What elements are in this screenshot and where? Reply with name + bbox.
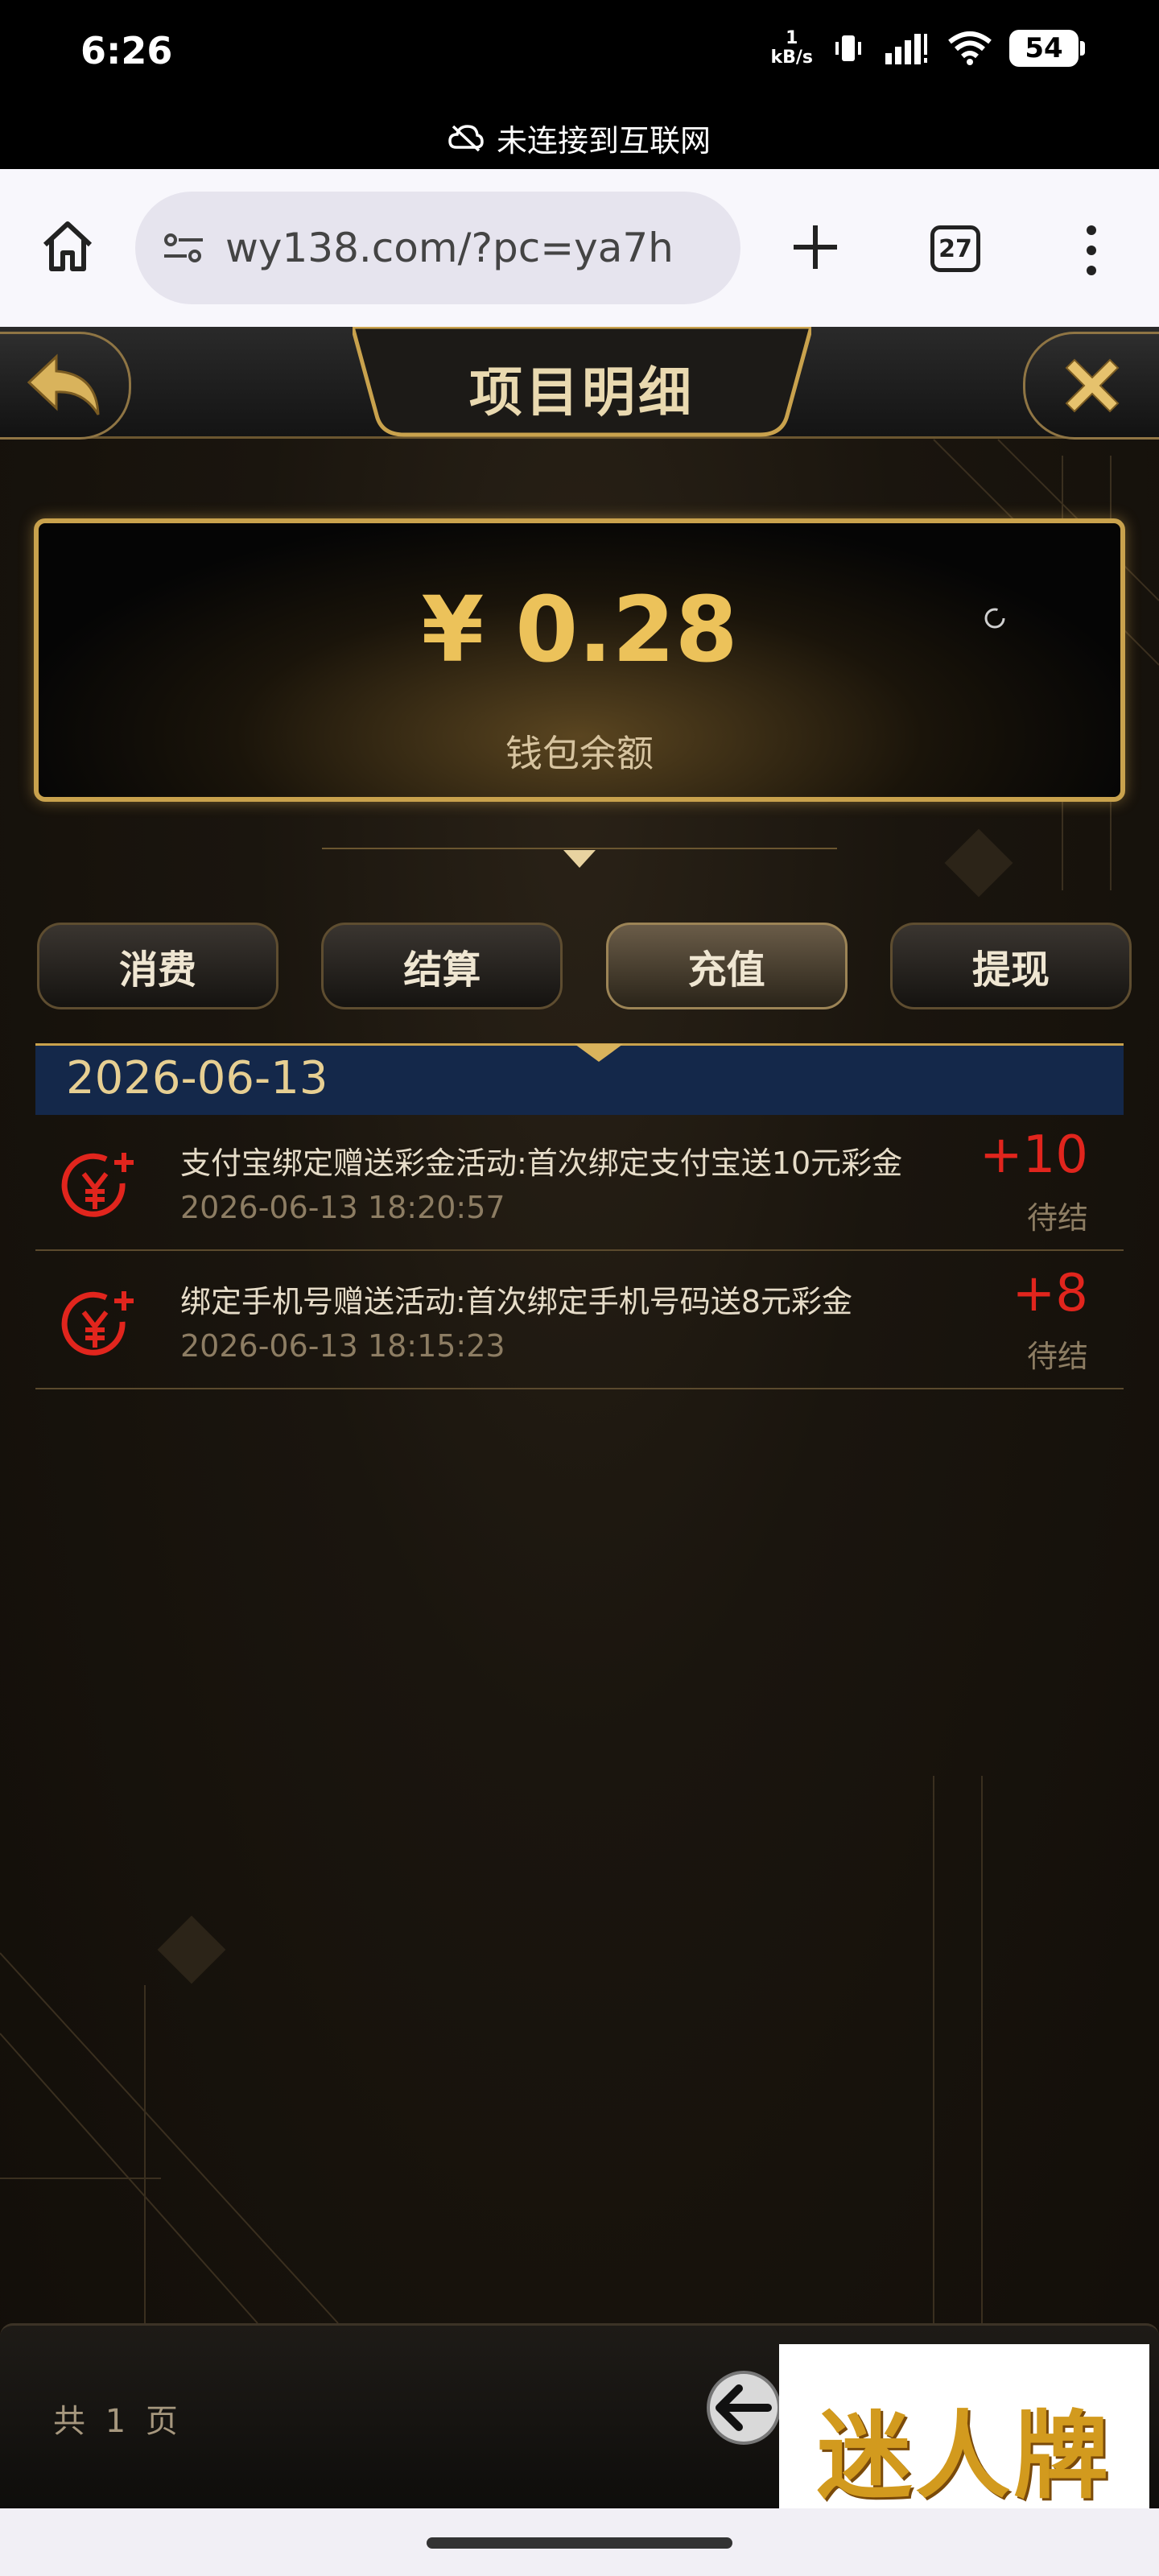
system-nav-bar <box>0 2508 1159 2576</box>
offline-banner: 未连接到互联网 <box>0 106 1159 169</box>
page-header: 项目明细 <box>0 327 1159 440</box>
gesture-handle[interactable] <box>427 2537 732 2549</box>
status-bar: 6:26 1 kB/s 54 <box>0 0 1159 106</box>
back-arrow-icon <box>27 353 100 415</box>
wallet-balance-card: ¥ 0.28 钱包余额 <box>34 518 1125 802</box>
record-row[interactable]: 绑定手机号赠送活动:首次绑定手机号码送8元彩金 2026-06-13 18:15… <box>35 1251 1124 1389</box>
yuan-plus-icon <box>61 1291 134 1356</box>
more-menu-icon[interactable] <box>1075 222 1107 279</box>
record-row[interactable]: 支付宝绑定赠送彩金活动:首次绑定支付宝送10元彩金 2026-06-13 18:… <box>35 1113 1124 1251</box>
page-title: 项目明细 <box>469 361 695 423</box>
home-icon[interactable] <box>39 217 97 275</box>
record-amount: +8 <box>1012 1264 1088 1323</box>
tab-consume[interactable]: 消费 <box>37 923 278 1009</box>
tab-recharge[interactable]: 充值 <box>605 923 848 1009</box>
date-bar-notch <box>575 1044 623 1062</box>
url-text[interactable]: wy138.com/?pc=ya7h <box>225 225 674 271</box>
network-speed-unit: kB/s <box>770 47 813 68</box>
status-icons: 1 kB/s 54 <box>770 29 1085 68</box>
record-time: 2026-06-13 18:20:57 <box>180 1190 505 1225</box>
close-icon <box>1065 358 1120 413</box>
record-title: 支付宝绑定赠送彩金活动:首次绑定支付宝送10元彩金 <box>180 1146 903 1181</box>
signal-icon <box>885 34 927 64</box>
refresh-icon[interactable] <box>980 604 1009 633</box>
new-tab-icon[interactable] <box>787 219 843 275</box>
tab-settlement[interactable]: 结算 <box>321 923 563 1009</box>
prev-page-icon[interactable] <box>703 2368 784 2448</box>
offline-text: 未连接到互联网 <box>496 122 711 159</box>
date-group-label: 2026-06-13 <box>66 1052 328 1104</box>
category-tabs: 消费 结算 充值 提现 <box>37 923 1132 1013</box>
yuan-plus-icon <box>61 1153 134 1217</box>
record-time: 2026-06-13 18:15:23 <box>180 1328 505 1364</box>
network-speed: 1 kB/s <box>770 29 813 68</box>
tab-switcher-button[interactable]: 27 <box>930 225 980 272</box>
record-amount: +10 <box>979 1125 1088 1185</box>
record-status: 待结 <box>1026 1339 1088 1374</box>
status-time: 6:26 <box>80 29 173 72</box>
back-button[interactable] <box>0 332 131 440</box>
wifi-icon <box>948 31 992 65</box>
address-bar[interactable]: wy138.com/?pc=ya7h <box>135 192 740 304</box>
page-count-text: 共 1 页 <box>53 2403 183 2440</box>
tab-withdraw[interactable]: 提现 <box>889 923 1132 1009</box>
close-button[interactable] <box>1023 332 1159 440</box>
site-settings-icon[interactable] <box>158 222 209 274</box>
vibrate-icon <box>835 35 861 61</box>
date-group-header: 2026-06-13 <box>35 1043 1124 1115</box>
record-status: 待结 <box>1026 1200 1088 1236</box>
cloud-off-icon <box>448 125 484 152</box>
record-list: 支付宝绑定赠送彩金活动:首次绑定支付宝送10元彩金 2026-06-13 18:… <box>35 1113 1124 1389</box>
balance-value: ¥ 0.28 <box>421 578 738 683</box>
browser-toolbar: wy138.com/?pc=ya7h 27 <box>0 169 1159 327</box>
record-title: 绑定手机号赠送活动:首次绑定手机号码送8元彩金 <box>180 1284 852 1319</box>
game-page: 项目明细 ¥ 0.28 钱包余额 消费 结算 充值 提现 2026-06-13 <box>0 327 1159 2508</box>
battery-indicator: 54 <box>1009 30 1085 67</box>
network-speed-value: 1 <box>786 28 798 48</box>
balance-label: 钱包余额 <box>505 732 654 775</box>
